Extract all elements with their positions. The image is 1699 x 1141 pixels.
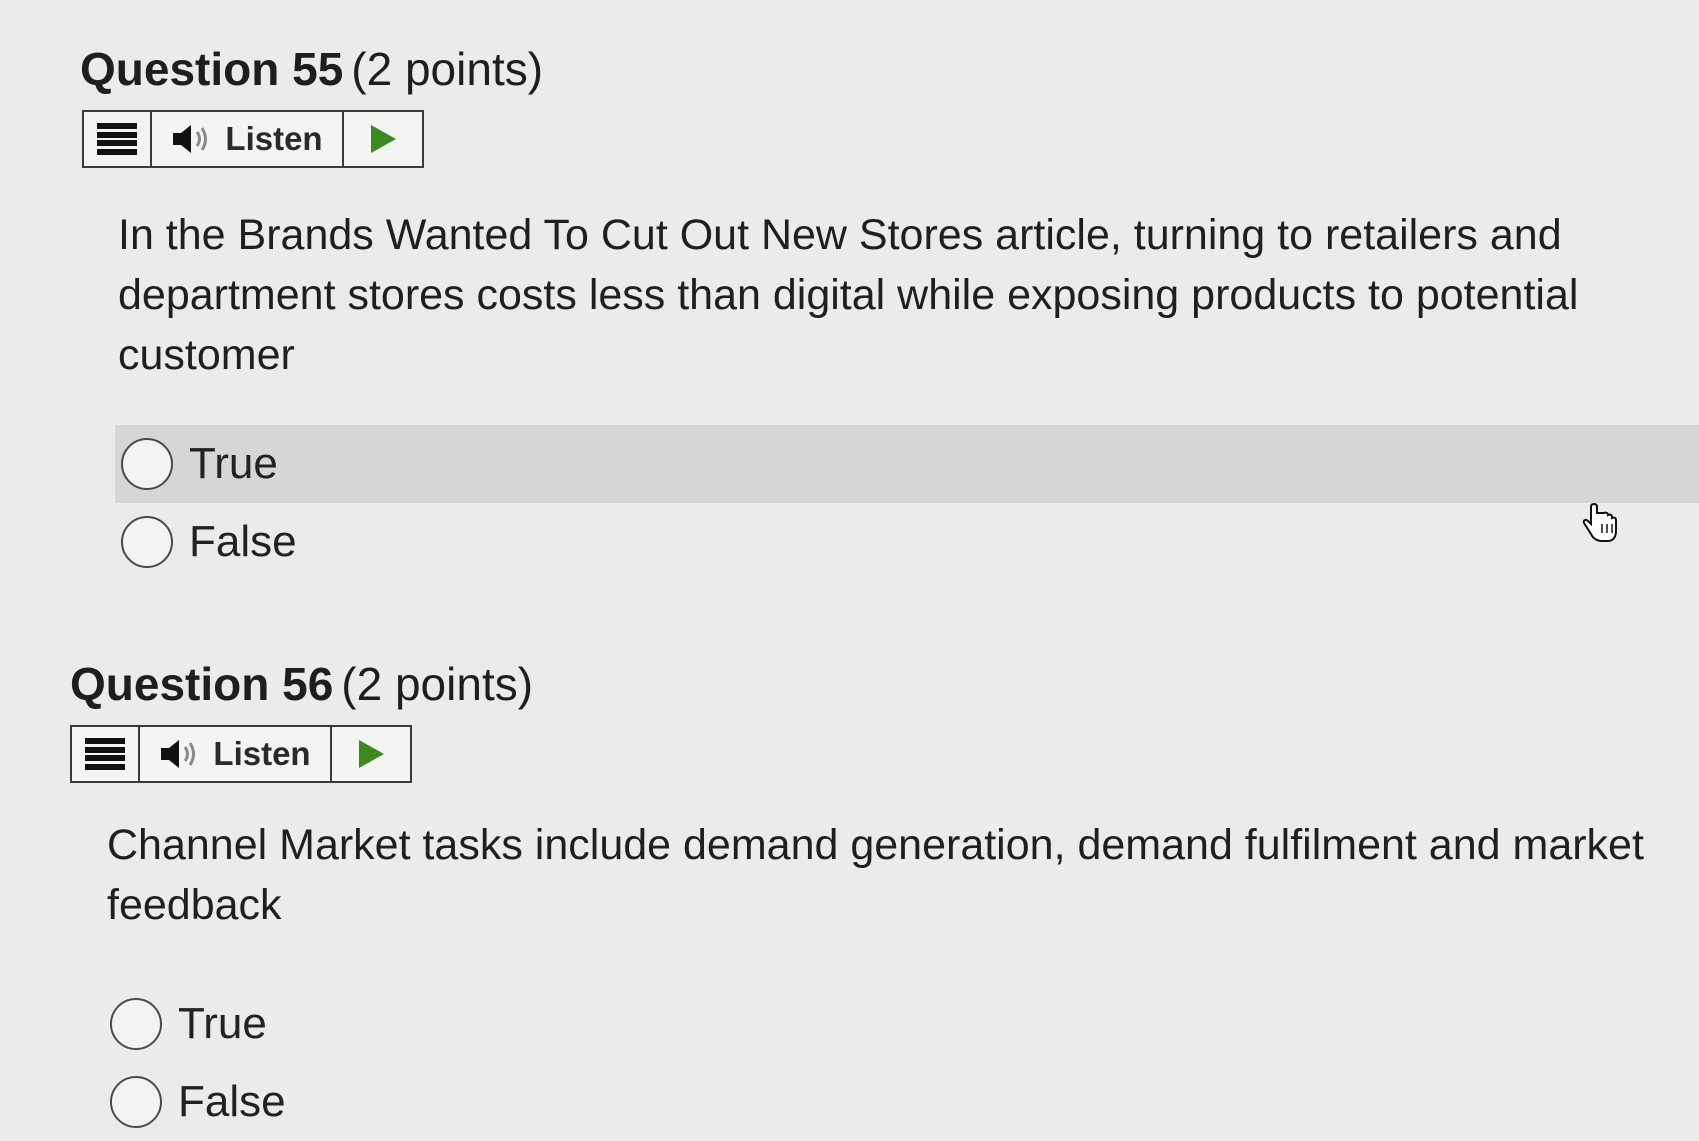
option-false[interactable]: False	[104, 1063, 1688, 1141]
radio-button[interactable]	[110, 1076, 162, 1128]
option-label: False	[189, 517, 297, 566]
question-title: Question 56 (2 points)	[70, 657, 533, 711]
play-icon	[359, 740, 384, 768]
listen-label: Listen	[213, 735, 311, 772]
menu-icon	[85, 738, 125, 770]
radio-button[interactable]	[110, 998, 162, 1050]
listen-label: Listen	[225, 120, 323, 157]
play-icon	[371, 125, 396, 153]
question-title: Question 55 (2 points)	[80, 42, 543, 96]
menu-icon	[97, 123, 137, 155]
speaker-icon	[173, 125, 208, 153]
menu-button[interactable]	[72, 727, 140, 781]
question-number: Question 55	[80, 43, 344, 95]
option-label: True	[189, 439, 278, 488]
listen-toolbar: Listen	[82, 110, 424, 168]
option-true[interactable]: True	[115, 425, 1699, 503]
speaker-icon	[161, 740, 196, 768]
option-false[interactable]: False	[115, 503, 1699, 581]
radio-button[interactable]	[121, 516, 173, 568]
question-text: In the Brands Wanted To Cut Out New Stor…	[118, 211, 1579, 379]
option-true[interactable]: True	[104, 985, 1688, 1063]
question-text: Channel Market tasks include demand gene…	[107, 821, 1644, 929]
listen-toolbar: Listen	[70, 725, 412, 783]
menu-button[interactable]	[84, 112, 152, 166]
option-label: False	[178, 1077, 286, 1126]
play-button[interactable]	[332, 727, 410, 781]
radio-button[interactable]	[121, 438, 173, 490]
play-button[interactable]	[344, 112, 422, 166]
question-points: (2 points)	[351, 43, 544, 95]
question-number: Question 56	[70, 658, 334, 710]
hand-pointer-icon	[1582, 502, 1617, 542]
listen-button[interactable]: Listen	[152, 112, 344, 166]
listen-button[interactable]: Listen	[140, 727, 332, 781]
option-label: True	[178, 999, 267, 1048]
question-points: (2 points)	[341, 658, 534, 710]
